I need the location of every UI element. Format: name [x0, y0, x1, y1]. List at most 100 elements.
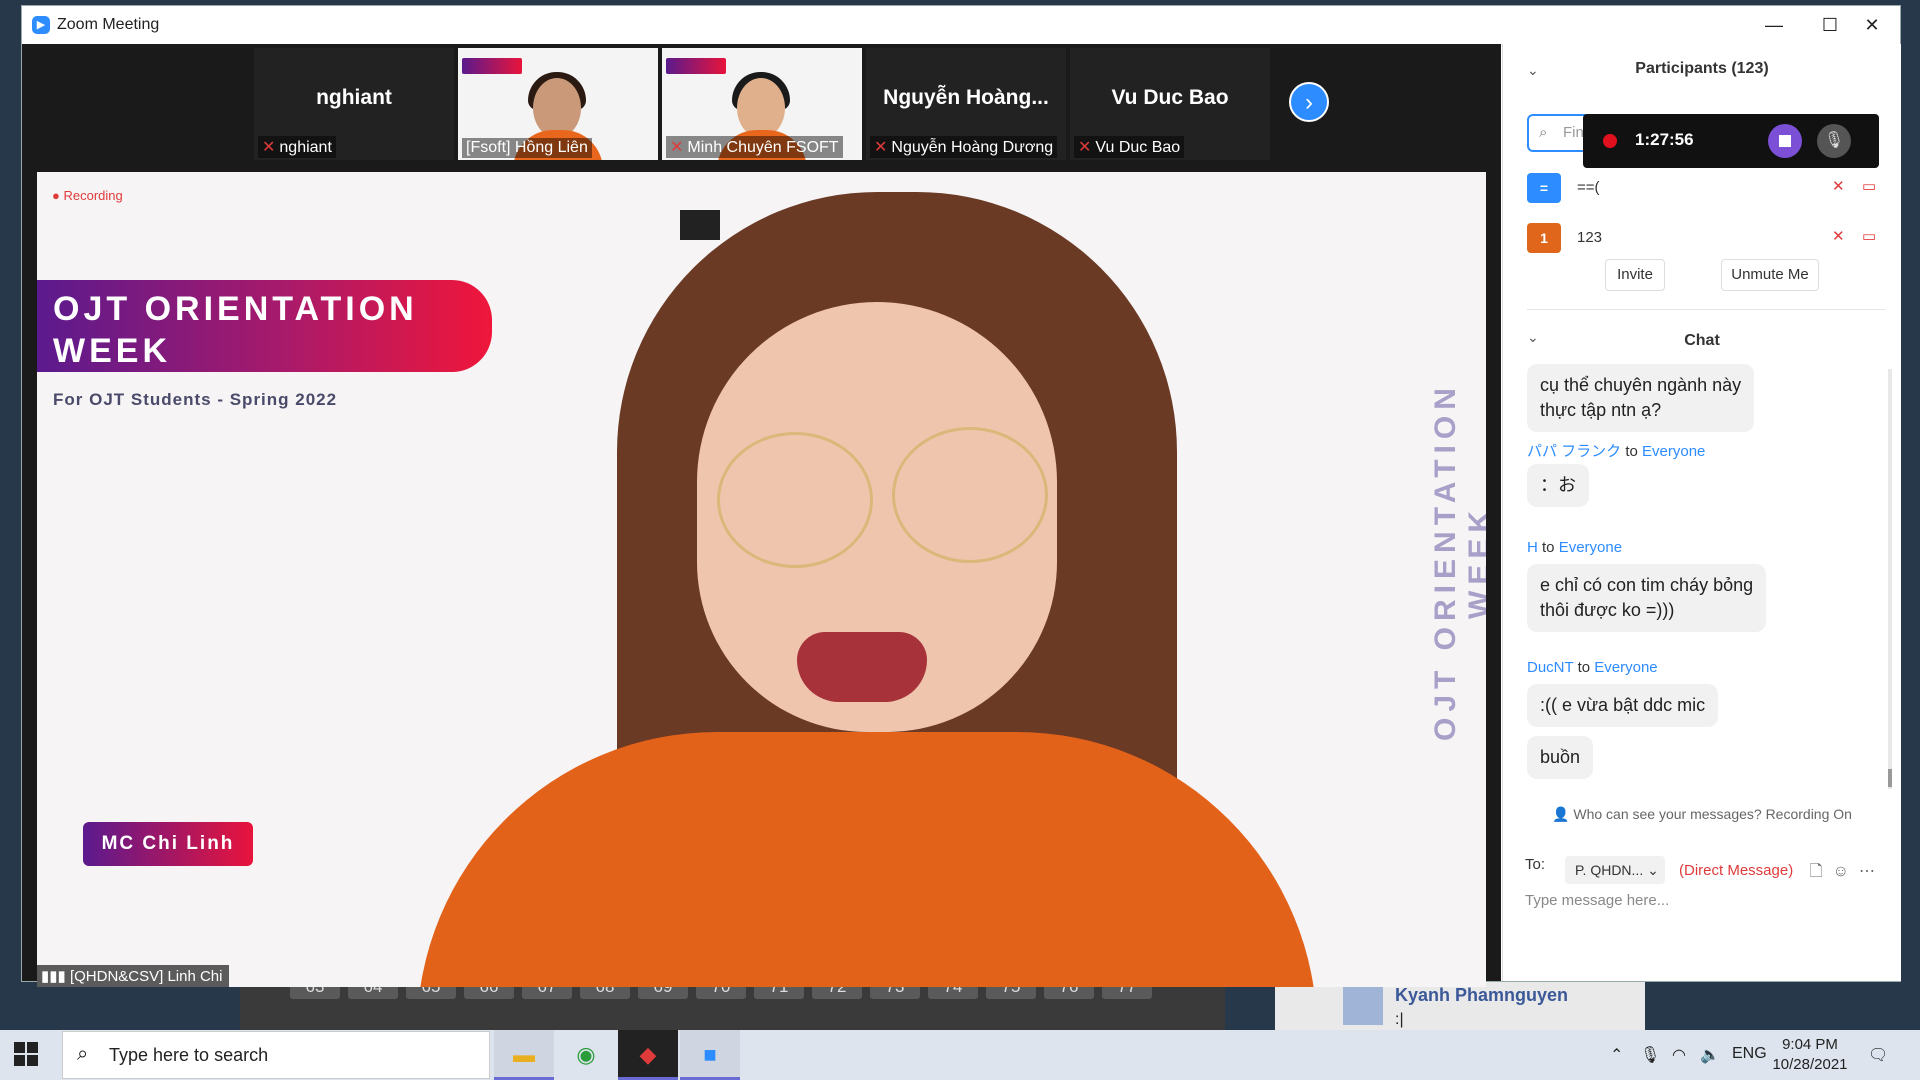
system-clock[interactable]: 9:04 PM 10/28/2021	[1770, 1035, 1850, 1075]
participant-tile[interactable]: ✕ Minh Chuyên FSOFT	[662, 48, 862, 160]
chat-sender-line: パパ フランク to Everyone	[1527, 440, 1705, 461]
avatar	[1343, 985, 1383, 1025]
active-speaker-video: ● Recording OJT ORIENTATION WEEK For OJT…	[37, 172, 1486, 987]
to-word: to	[1542, 539, 1555, 556]
microphone-icon[interactable]: 🎙	[1640, 1045, 1660, 1065]
chat-bubble: e chỉ có con tim cháy bỏng thôi được ko …	[1527, 564, 1767, 632]
minimize-button[interactable]: —	[1746, 10, 1802, 40]
participant-label-text: nghiant	[279, 139, 332, 156]
speaker-name-label: ▮▮▮ [QHDN&CSV] Linh Chi	[37, 965, 229, 987]
chat-sender-line: DucNT to Everyone	[1527, 659, 1658, 676]
participant-name-large: Vu Duc Bao	[1111, 86, 1229, 109]
message-visibility-link[interactable]: 👤 Who can see your messages? Recording O…	[1503, 806, 1901, 823]
chrome-icon[interactable]: ◉	[556, 1030, 616, 1080]
speaker-video	[417, 732, 1317, 987]
close-button[interactable]: ✕	[1844, 10, 1900, 40]
stop-recording-button[interactable]	[1768, 124, 1802, 158]
message-line: cụ thể chuyên ngành này	[1540, 375, 1742, 395]
participant-row[interactable]: 1 123 ✕ ▭	[1527, 219, 1887, 255]
participant-tile[interactable]: nghiant ✕ nghiant	[254, 48, 454, 160]
speaker-video	[892, 427, 1048, 563]
video-feed	[533, 78, 581, 138]
window-title: Zoom Meeting	[57, 16, 160, 33]
unmute-me-button[interactable]: Unmute Me	[1721, 259, 1819, 291]
participant-label: ✕ Nguyễn Hoàng Dương	[870, 136, 1058, 158]
participant-label-text: Minh Chuyên FSOFT	[687, 139, 839, 156]
sender-name: H	[1527, 539, 1538, 556]
signal-icon: ▮▮▮	[41, 968, 70, 985]
language-indicator[interactable]: ENG	[1732, 1045, 1767, 1063]
more-icon[interactable]: ⋯	[1859, 863, 1885, 880]
participant-label: ✕ Vu Duc Bao	[1074, 136, 1185, 158]
mute-mic-button[interactable]: 🎙	[1817, 124, 1851, 158]
muted-mic-icon: ✕	[1832, 178, 1845, 195]
speaker-video	[717, 432, 873, 568]
mc-name-tag: MC Chi Linh	[83, 822, 253, 866]
muted-mic-icon: ✕	[670, 139, 684, 156]
muted-mic-icon: ✕	[874, 139, 888, 156]
participant-tile[interactable]: [Fsoft] Hồng Liên	[458, 48, 658, 160]
search-icon: ⌕	[1539, 124, 1548, 141]
side-panel: ⌄ Participants (123) ⌕Find a 1:27:56 🎙 =…	[1502, 44, 1901, 981]
chat-messages: cụ thể chuyên ngành này thực tập ntn ạ? …	[1527, 364, 1887, 794]
recording-widget: 1:27:56 🎙	[1583, 114, 1879, 168]
chat-sender-line: H to Everyone	[1527, 539, 1622, 556]
video-off-icon: ▭	[1862, 178, 1877, 195]
chat-message-text: :|	[1395, 1011, 1404, 1028]
wifi-icon[interactable]: ◠	[1672, 1045, 1686, 1065]
message-line: thực tập ntn ạ?	[1540, 400, 1662, 420]
video-area: nghiant ✕ nghiant [Fsoft] Hồng Liên ✕ Minh…	[22, 44, 1501, 987]
taskbar: ⌕ Type here to search ▬ ◉ ◆ ■ ⌃ 🎙 ◠ 🔈 EN…	[0, 1030, 1920, 1080]
event-banner: OJT ORIENTATION WEEK	[37, 280, 492, 372]
company-logo	[680, 210, 720, 240]
windows-start-icon[interactable]	[14, 1042, 38, 1066]
notifications-icon[interactable]: 🗨	[1868, 1045, 1888, 1065]
participant-tile[interactable]: Nguyễn Hoàng... ✕ Nguyễn Hoàng Dương	[866, 48, 1066, 160]
avatar: 1	[1527, 223, 1561, 253]
message-line: thôi được ko =)))	[1540, 600, 1675, 620]
file-explorer-icon[interactable]: ▬	[494, 1030, 554, 1080]
chat-bubble: ：お	[1527, 464, 1589, 507]
title-bar: ▶ Zoom Meeting — ☐ ✕	[22, 6, 1900, 44]
chevron-down-icon: ⌄	[1647, 862, 1659, 878]
chat-message-input[interactable]: Type message here...	[1525, 892, 1669, 909]
chat-scrollbar[interactable]	[1888, 369, 1892, 789]
participant-row[interactable]: = ==( ✕ ▭	[1527, 169, 1887, 205]
chat-bubble: buồn	[1527, 736, 1594, 779]
to-label: To:	[1525, 856, 1546, 873]
vertical-banner-text: OJT ORIENTATION WEEK	[1429, 382, 1486, 742]
participant-label: [Fsoft] Hồng Liên	[462, 138, 592, 158]
invite-button[interactable]: Invite	[1605, 259, 1665, 291]
taskbar-search-box[interactable]: ⌕ Type here to search	[62, 1031, 490, 1079]
visibility-text: Who can see your messages? Recording On	[1573, 806, 1852, 822]
chevron-up-icon[interactable]: ⌃	[1610, 1045, 1623, 1065]
participant-tile[interactable]: Vu Duc Bao ✕ Vu Duc Bao	[1070, 48, 1270, 160]
zoom-window: ▶ Zoom Meeting — ☐ ✕ nghiant ✕ nghiant [F…	[21, 5, 1901, 987]
speaker-name-text: [QHDN&CSV] Linh Chi	[69, 968, 223, 985]
chat-header: Chat	[1684, 332, 1720, 349]
chat-bubble: cụ thể chuyên ngành này thực tập ntn ạ?	[1527, 364, 1755, 432]
search-icon: ⌕	[77, 1043, 89, 1065]
participant-name: ==(	[1577, 179, 1600, 196]
emoji-icon[interactable]: ☺	[1833, 863, 1859, 880]
divider	[1527, 309, 1885, 310]
zoom-logo-icon: ▶	[32, 16, 50, 34]
banner-title-line1: OJT ORIENTATION	[53, 290, 418, 328]
garena-icon[interactable]: ◆	[618, 1030, 678, 1080]
to-word: to	[1625, 443, 1638, 460]
participant-name-large: Nguyễn Hoàng...	[883, 86, 1049, 109]
volume-icon[interactable]: 🔈	[1700, 1045, 1720, 1065]
file-icon[interactable]: 🗋	[1810, 863, 1833, 880]
chat-sender-name: Kyanh Phamnguyen	[1395, 985, 1569, 1005]
slide-thumbnail	[462, 58, 522, 74]
recording-indicator: ● Recording	[52, 188, 123, 203]
zoom-icon[interactable]: ■	[680, 1030, 740, 1080]
recording-dot-icon	[1603, 134, 1617, 148]
recipient-name: Everyone	[1558, 539, 1623, 556]
muted-mic-icon: ✕	[1078, 139, 1092, 156]
participant-label: ✕ nghiant	[258, 136, 336, 158]
sender-name: パパ フランク	[1527, 443, 1622, 460]
muted-mic-icon: ✕	[262, 139, 276, 156]
next-page-button[interactable]: ›	[1289, 82, 1329, 122]
recipient-dropdown[interactable]: P. QHDN... ⌄	[1565, 856, 1665, 884]
